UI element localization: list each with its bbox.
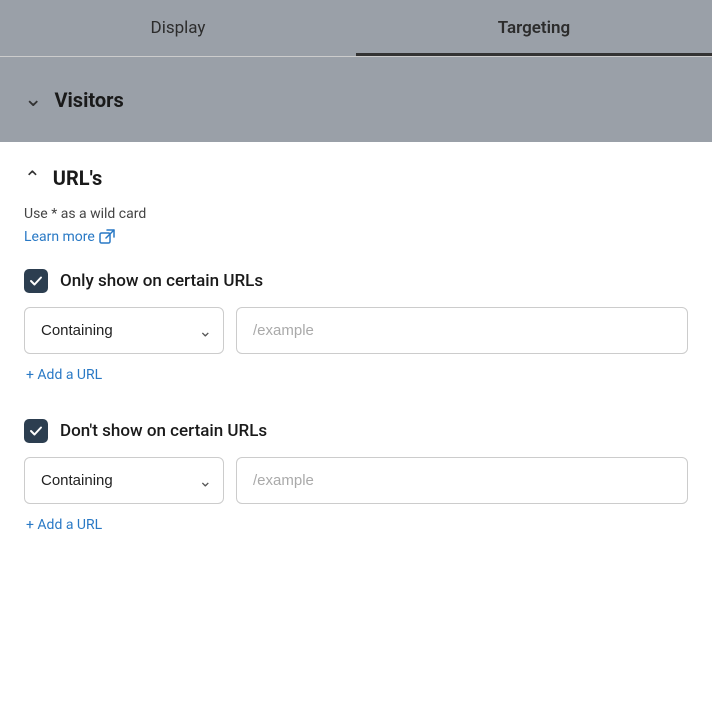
urls-section-header: ⌃ URL's xyxy=(24,166,688,190)
visitors-section: ⌄ Visitors xyxy=(0,57,712,142)
tab-display[interactable]: Display xyxy=(0,0,356,56)
wildcard-hint: Use * as a wild card xyxy=(24,206,688,222)
visitors-collapse-icon[interactable]: ⌄ xyxy=(24,87,42,112)
show-urls-select-wrapper: Containing Exactly Starting with Ending … xyxy=(24,307,224,354)
content-area: ⌃ URL's Use * as a wild card Learn more … xyxy=(0,142,712,585)
show-urls-label: Only show on certain URLs xyxy=(60,271,263,291)
hide-urls-dropdown[interactable]: Containing Exactly Starting with Ending … xyxy=(24,457,224,504)
hide-urls-label: Don't show on certain URLs xyxy=(60,421,267,441)
hide-urls-add-link[interactable]: + Add a URL xyxy=(26,517,102,533)
show-urls-checkbox[interactable] xyxy=(24,269,48,293)
show-urls-dropdown[interactable]: Containing Exactly Starting with Ending … xyxy=(24,307,224,354)
show-urls-checkbox-row: Only show on certain URLs xyxy=(24,269,688,293)
urls-title: URL's xyxy=(53,166,102,190)
tabs-container: Display Targeting xyxy=(0,0,712,57)
hide-urls-filter-row: Containing Exactly Starting with Ending … xyxy=(24,457,688,504)
hide-urls-checkbox[interactable] xyxy=(24,419,48,443)
external-link-icon xyxy=(99,229,115,245)
learn-more-link[interactable]: Learn more xyxy=(24,229,115,245)
show-urls-add-link[interactable]: + Add a URL xyxy=(26,367,102,383)
show-urls-filter-row: Containing Exactly Starting with Ending … xyxy=(24,307,688,354)
hide-urls-section: Don't show on certain URLs Containing Ex… xyxy=(24,419,688,561)
hide-urls-input[interactable] xyxy=(236,457,688,504)
tab-targeting[interactable]: Targeting xyxy=(356,0,712,56)
visitors-title: Visitors xyxy=(54,88,123,112)
hide-urls-select-wrapper: Containing Exactly Starting with Ending … xyxy=(24,457,224,504)
urls-expand-icon[interactable]: ⌃ xyxy=(24,166,41,190)
hide-urls-checkbox-row: Don't show on certain URLs xyxy=(24,419,688,443)
show-urls-input[interactable] xyxy=(236,307,688,354)
